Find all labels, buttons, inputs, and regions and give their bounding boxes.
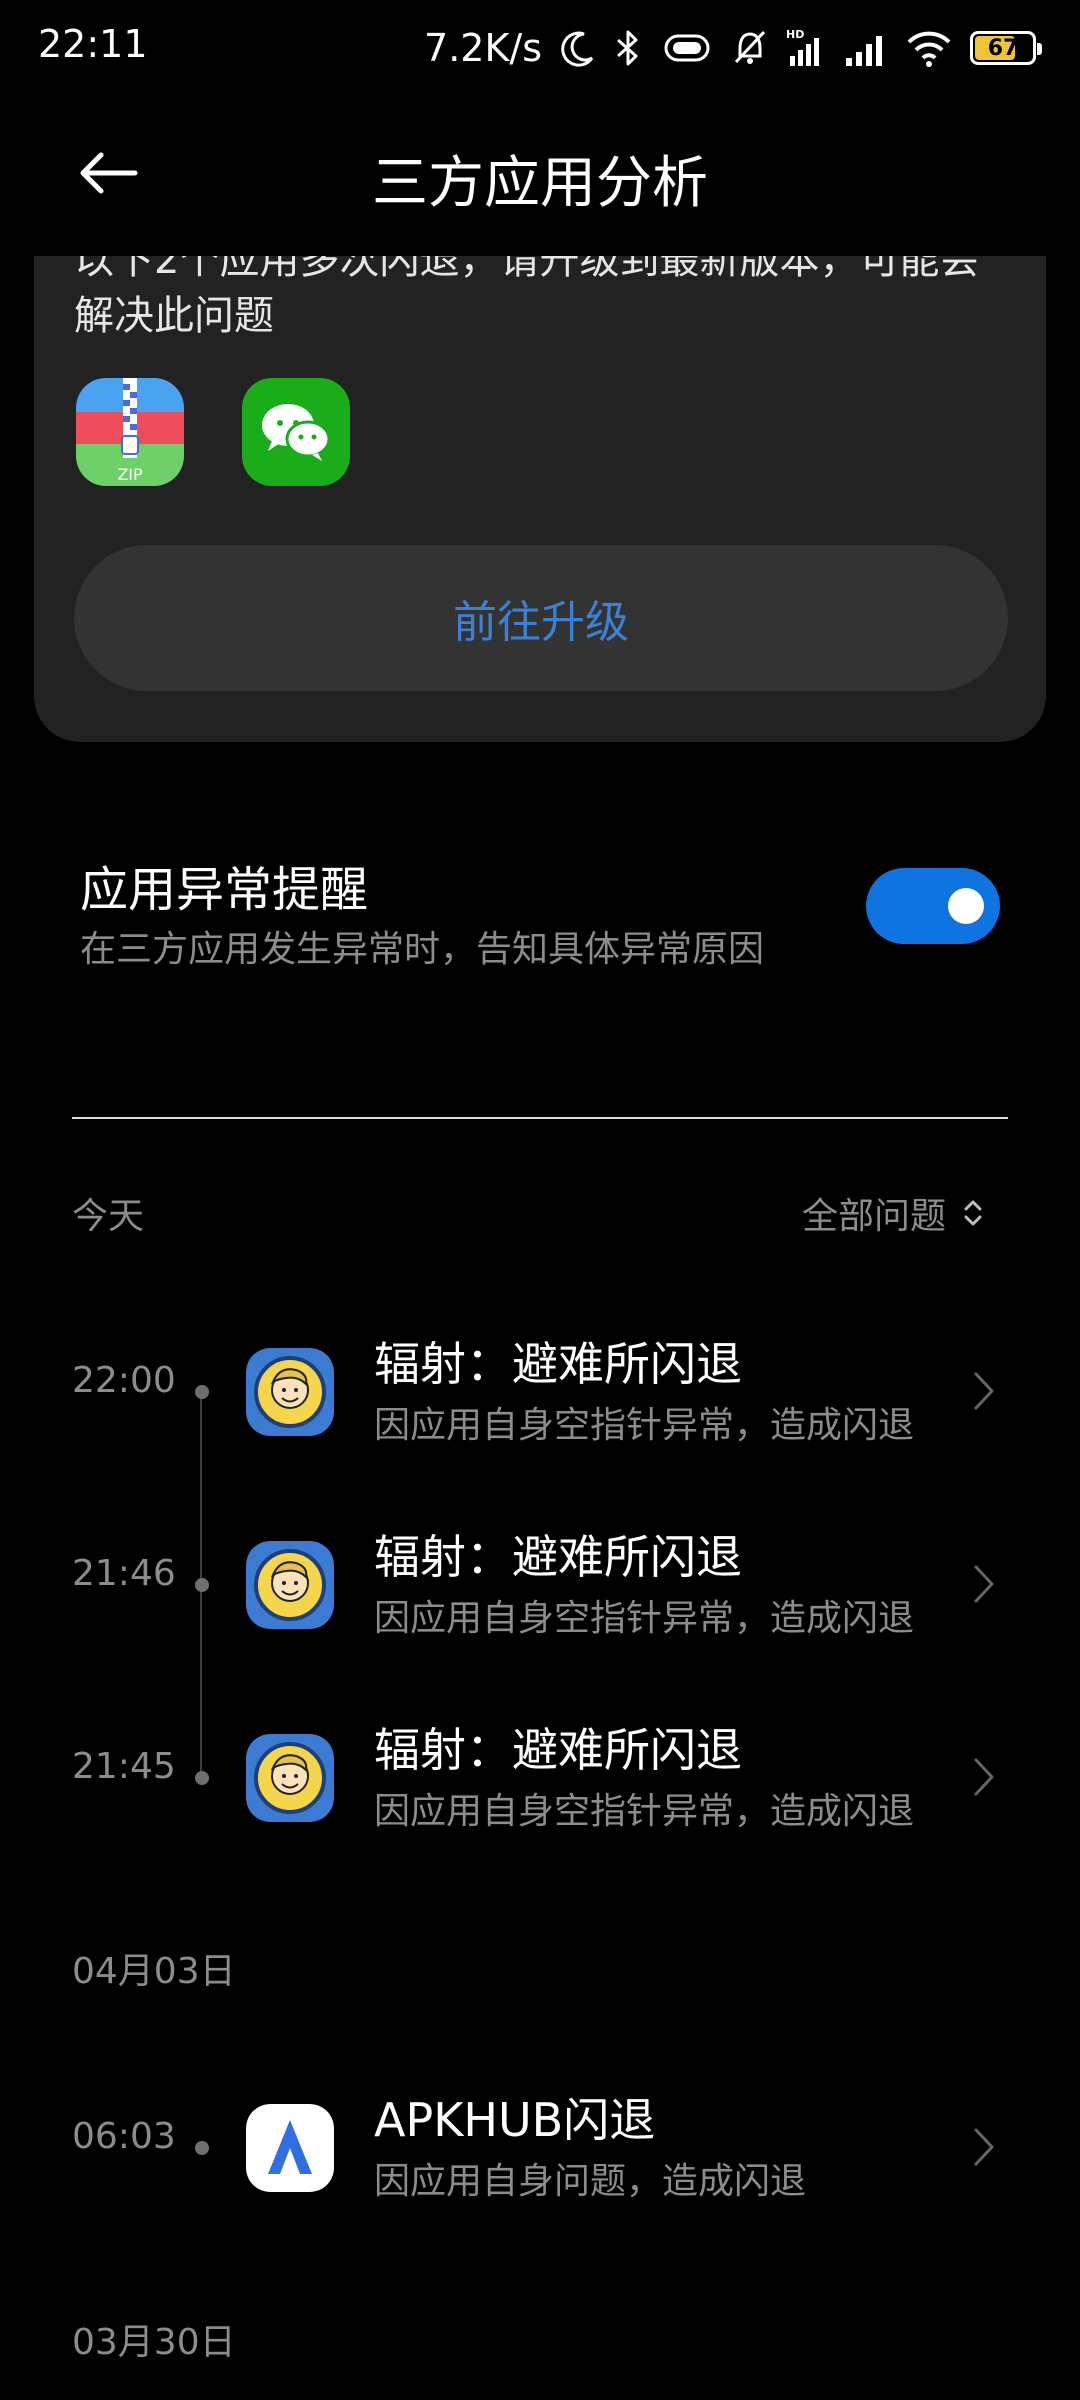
item-time: 06:03 [72,2116,176,2157]
chevron-right-icon [974,1565,994,1603]
item-time: 21:46 [72,1553,176,1594]
vibrate-icon [664,34,710,62]
list-item[interactable]: 21:46 辐射：避难所闪退 因应用自身空指针异常，造成闪退 [0,1517,1080,1657]
fallout-shelter-icon [246,1541,334,1629]
item-time: 22:00 [72,1360,176,1401]
header: 三方应用分析 [0,96,1080,256]
chevron-right-icon [974,2128,994,2166]
status-bar: 22:11 7.2K/s HD 67 [0,0,1080,96]
page-title: 三方应用分析 [372,151,708,216]
item-title: 辐射：避难所闪退 [374,1723,742,1777]
chevron-right-icon [974,1372,994,1410]
timeline-dot [195,1578,209,1592]
date-label: 03月30日 [72,2322,236,2363]
date-label-today: 今天 [72,1196,145,1237]
reminder-description: 在三方应用发生异常时，告知具体异常原因 [80,929,765,970]
signal-hd-icon: HD [786,28,819,66]
bluetooth-icon [617,30,638,66]
filter-dropdown[interactable]: 全部问题 [802,1187,984,1239]
divider [72,1117,1008,1119]
wechat-app-icon[interactable] [242,378,350,486]
timeline-dot [195,1385,209,1399]
timeline-dot [195,1771,209,1785]
chevron-right-icon [974,1758,994,1796]
reminder-toggle[interactable] [866,868,1000,944]
toggle-knob [948,888,984,924]
list-item[interactable]: 21:45 辐射：避难所闪退 因应用自身空指针异常，造成闪退 [0,1710,1080,1850]
item-time: 21:45 [72,1746,176,1787]
date-label: 04月03日 [72,1951,236,1992]
moon-icon [561,31,594,67]
list-item[interactable]: 22:00 辐射：避难所闪退 因应用自身空指针异常，造成闪退 [0,1324,1080,1464]
apkhub-icon [246,2104,334,2192]
upgrade-button[interactable]: 前往升级 [74,545,1008,691]
item-title: 辐射：避难所闪退 [374,1530,742,1584]
list-item[interactable]: 06:03 APKHUB闪退 因应用自身问题，造成闪退 [0,2080,1080,2220]
svg-text:HD: HD [786,28,804,41]
page: 以下2个应用多次闪退，请升级到最新版本，可能会解决此问题 ZIP 前往升级 22… [0,0,1080,2400]
fallout-shelter-icon [246,1348,334,1436]
mute-icon [734,30,766,64]
status-icons: 7.2K/s HD 67 [424,22,1042,74]
wifi-icon [907,31,951,67]
timeline-dot [195,2141,209,2155]
battery-icon: 67 [970,31,1042,65]
fallout-shelter-icon [246,1734,334,1822]
item-subtitle: 因应用自身空指针异常，造成闪退 [374,1598,915,1639]
net-speed: 7.2K/s [424,26,542,70]
battery-level: 67 [987,35,1019,61]
filter-label: 全部问题 [801,1196,946,1237]
item-subtitle: 因应用自身空指针异常，造成闪退 [374,1791,915,1832]
svg-text:ZIP: ZIP [117,465,143,484]
item-subtitle: 因应用自身问题，造成闪退 [374,2161,807,2202]
chevron-up-down-icon [964,1200,982,1226]
item-title: 辐射：避难所闪退 [374,1337,742,1391]
signal-icon [846,36,882,66]
reminder-title: 应用异常提醒 [80,862,369,918]
zip-app-icon[interactable]: ZIP [76,378,184,486]
item-subtitle: 因应用自身空指针异常，造成闪退 [374,1405,915,1446]
item-title: APKHUB闪退 [374,2093,656,2147]
status-time: 22:11 [38,22,148,66]
